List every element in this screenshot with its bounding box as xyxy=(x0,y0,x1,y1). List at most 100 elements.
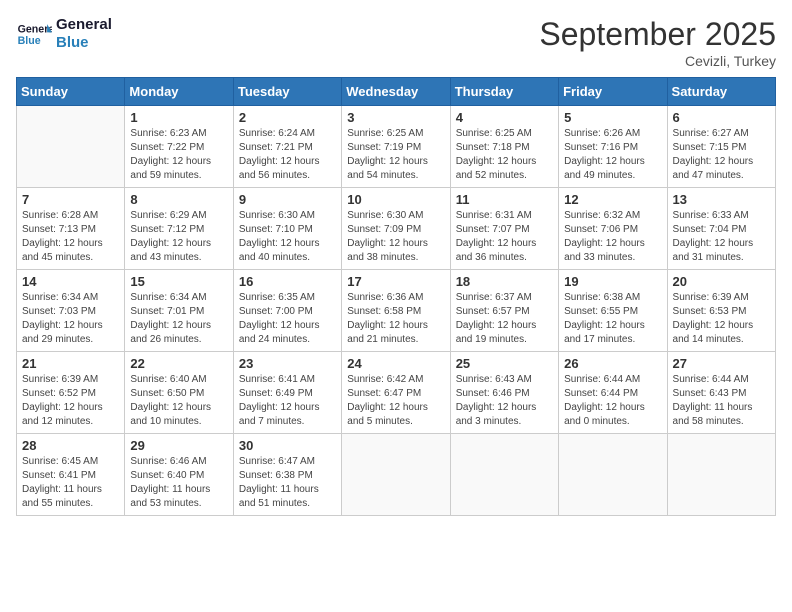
day-number: 6 xyxy=(673,110,770,125)
calendar-cell: 27Sunrise: 6:44 AM Sunset: 6:43 PM Dayli… xyxy=(667,352,775,434)
day-number: 14 xyxy=(22,274,119,289)
day-number: 25 xyxy=(456,356,553,371)
day-info: Sunrise: 6:46 AM Sunset: 6:40 PM Dayligh… xyxy=(130,455,227,511)
calendar-cell: 9 Sunrise: 6:30 AM Sunset: 7:10 PM Daylig… xyxy=(233,188,341,270)
title-block: September 2025 Cevizli, Turkey xyxy=(539,16,776,69)
week-row-5: 28Sunrise: 6:45 AM Sunset: 6:41 PM Dayli… xyxy=(17,434,776,516)
day-number: 13 xyxy=(673,192,770,207)
calendar-cell xyxy=(17,106,125,188)
day-info: Sunrise: 6:36 AM Sunset: 6:58 PM Dayligh… xyxy=(347,291,444,347)
day-info: Sunrise: 6:43 AM Sunset: 6:46 PM Dayligh… xyxy=(456,373,553,429)
calendar-table: SundayMondayTuesdayWednesdayThursdayFrid… xyxy=(16,77,776,516)
calendar-cell: 10 Sunrise: 6:30 AM Sunset: 7:09 PM Dayli… xyxy=(342,188,450,270)
calendar-cell: 6 Sunrise: 6:27 AM Sunset: 7:15 PM Daylig… xyxy=(667,106,775,188)
day-number: 19 xyxy=(564,274,661,289)
calendar-cell: 5 Sunrise: 6:26 AM Sunset: 7:16 PM Daylig… xyxy=(559,106,667,188)
calendar-cell: 16Sunrise: 6:35 AM Sunset: 7:00 PM Dayli… xyxy=(233,270,341,352)
month-title: September 2025 xyxy=(539,16,776,53)
calendar-cell: 4Sunrise: 6:25 AM Sunset: 7:18 PM Daylig… xyxy=(450,106,558,188)
location: Cevizli, Turkey xyxy=(539,53,776,69)
calendar-cell xyxy=(342,434,450,516)
calendar-cell xyxy=(450,434,558,516)
day-info: Sunrise: 6:30 AM Sunset: 7:10 PM Dayligh… xyxy=(239,209,336,265)
calendar-header-wednesday: Wednesday xyxy=(342,78,450,106)
day-info: Sunrise: 6:24 AM Sunset: 7:21 PM Dayligh… xyxy=(239,127,336,183)
calendar-header-row: SundayMondayTuesdayWednesdayThursdayFrid… xyxy=(17,78,776,106)
calendar-cell: 22 Sunrise: 6:40 AM Sunset: 6:50 PM Dayli… xyxy=(125,352,233,434)
day-info: Sunrise: 6:40 AM Sunset: 6:50 PM Dayligh… xyxy=(130,373,227,429)
day-number: 20 xyxy=(673,274,770,289)
calendar-cell: 24 Sunrise: 6:42 AM Sunset: 6:47 PM Dayli… xyxy=(342,352,450,434)
day-info: Sunrise: 6:44 AM Sunset: 6:43 PM Dayligh… xyxy=(673,373,770,429)
day-number: 21 xyxy=(22,356,119,371)
day-number: 23 xyxy=(239,356,336,371)
calendar-header-monday: Monday xyxy=(125,78,233,106)
day-info: Sunrise: 6:26 AM Sunset: 7:16 PM Dayligh… xyxy=(564,127,661,183)
day-number: 26 xyxy=(564,356,661,371)
week-row-3: 14 Sunrise: 6:34 AM Sunset: 7:03 PM Dayli… xyxy=(17,270,776,352)
logo-line1: General xyxy=(56,16,112,34)
calendar-cell: 15 Sunrise: 6:34 AM Sunset: 7:01 PM Dayli… xyxy=(125,270,233,352)
logo-line2: Blue xyxy=(56,34,112,52)
day-number: 4 xyxy=(456,110,553,125)
calendar-header-saturday: Saturday xyxy=(667,78,775,106)
week-row-2: 7Sunrise: 6:28 AM Sunset: 7:13 PM Daylig… xyxy=(17,188,776,270)
calendar-cell: 30Sunrise: 6:47 AM Sunset: 6:38 PM Dayli… xyxy=(233,434,341,516)
day-number: 11 xyxy=(456,192,553,207)
calendar-cell xyxy=(559,434,667,516)
day-number: 24 xyxy=(347,356,444,371)
calendar-header-tuesday: Tuesday xyxy=(233,78,341,106)
day-info: Sunrise: 6:34 AM Sunset: 7:01 PM Dayligh… xyxy=(130,291,227,347)
day-info: Sunrise: 6:44 AM Sunset: 6:44 PM Dayligh… xyxy=(564,373,661,429)
calendar-header-sunday: Sunday xyxy=(17,78,125,106)
calendar-cell: 7Sunrise: 6:28 AM Sunset: 7:13 PM Daylig… xyxy=(17,188,125,270)
calendar-cell: 14 Sunrise: 6:34 AM Sunset: 7:03 PM Dayli… xyxy=(17,270,125,352)
day-number: 9 xyxy=(239,192,336,207)
day-number: 30 xyxy=(239,438,336,453)
day-info: Sunrise: 6:39 AM Sunset: 6:52 PM Dayligh… xyxy=(22,373,119,429)
calendar-cell: 25 Sunrise: 6:43 AM Sunset: 6:46 PM Dayli… xyxy=(450,352,558,434)
calendar-cell: 11 Sunrise: 6:31 AM Sunset: 7:07 PM Dayli… xyxy=(450,188,558,270)
calendar-cell: 13Sunrise: 6:33 AM Sunset: 7:04 PM Dayli… xyxy=(667,188,775,270)
day-info: Sunrise: 6:28 AM Sunset: 7:13 PM Dayligh… xyxy=(22,209,119,265)
calendar-cell: 18Sunrise: 6:37 AM Sunset: 6:57 PM Dayli… xyxy=(450,270,558,352)
calendar-cell: 28Sunrise: 6:45 AM Sunset: 6:41 PM Dayli… xyxy=(17,434,125,516)
day-info: Sunrise: 6:39 AM Sunset: 6:53 PM Dayligh… xyxy=(673,291,770,347)
week-row-1: 1 Sunrise: 6:23 AM Sunset: 7:22 PM Daylig… xyxy=(17,106,776,188)
calendar-cell xyxy=(667,434,775,516)
calendar-cell: 8Sunrise: 6:29 AM Sunset: 7:12 PM Daylig… xyxy=(125,188,233,270)
page-header: General Blue General Blue September 2025… xyxy=(16,16,776,69)
week-row-4: 21 Sunrise: 6:39 AM Sunset: 6:52 PM Dayli… xyxy=(17,352,776,434)
day-info: Sunrise: 6:27 AM Sunset: 7:15 PM Dayligh… xyxy=(673,127,770,183)
calendar-cell: 23 Sunrise: 6:41 AM Sunset: 6:49 PM Dayli… xyxy=(233,352,341,434)
day-number: 1 xyxy=(130,110,227,125)
day-number: 2 xyxy=(239,110,336,125)
calendar-header-friday: Friday xyxy=(559,78,667,106)
day-info: Sunrise: 6:45 AM Sunset: 6:41 PM Dayligh… xyxy=(22,455,119,511)
day-info: Sunrise: 6:29 AM Sunset: 7:12 PM Dayligh… xyxy=(130,209,227,265)
day-number: 16 xyxy=(239,274,336,289)
calendar-cell: 29Sunrise: 6:46 AM Sunset: 6:40 PM Dayli… xyxy=(125,434,233,516)
day-info: Sunrise: 6:34 AM Sunset: 7:03 PM Dayligh… xyxy=(22,291,119,347)
day-info: Sunrise: 6:41 AM Sunset: 6:49 PM Dayligh… xyxy=(239,373,336,429)
day-info: Sunrise: 6:31 AM Sunset: 7:07 PM Dayligh… xyxy=(456,209,553,265)
calendar-cell: 21 Sunrise: 6:39 AM Sunset: 6:52 PM Dayli… xyxy=(17,352,125,434)
day-info: Sunrise: 6:23 AM Sunset: 7:22 PM Dayligh… xyxy=(130,127,227,183)
day-number: 5 xyxy=(564,110,661,125)
day-number: 18 xyxy=(456,274,553,289)
calendar-cell: 17 Sunrise: 6:36 AM Sunset: 6:58 PM Dayli… xyxy=(342,270,450,352)
logo: General Blue General Blue xyxy=(16,16,112,52)
day-info: Sunrise: 6:42 AM Sunset: 6:47 PM Dayligh… xyxy=(347,373,444,429)
day-info: Sunrise: 6:38 AM Sunset: 6:55 PM Dayligh… xyxy=(564,291,661,347)
day-number: 10 xyxy=(347,192,444,207)
svg-text:Blue: Blue xyxy=(18,35,41,47)
logo-icon: General Blue xyxy=(16,16,52,52)
calendar-cell: 19 Sunrise: 6:38 AM Sunset: 6:55 PM Dayli… xyxy=(559,270,667,352)
day-info: Sunrise: 6:30 AM Sunset: 7:09 PM Dayligh… xyxy=(347,209,444,265)
day-number: 12 xyxy=(564,192,661,207)
calendar-cell: 20 Sunrise: 6:39 AM Sunset: 6:53 PM Dayli… xyxy=(667,270,775,352)
calendar-cell: 3Sunrise: 6:25 AM Sunset: 7:19 PM Daylig… xyxy=(342,106,450,188)
day-number: 17 xyxy=(347,274,444,289)
day-number: 22 xyxy=(130,356,227,371)
day-number: 15 xyxy=(130,274,227,289)
